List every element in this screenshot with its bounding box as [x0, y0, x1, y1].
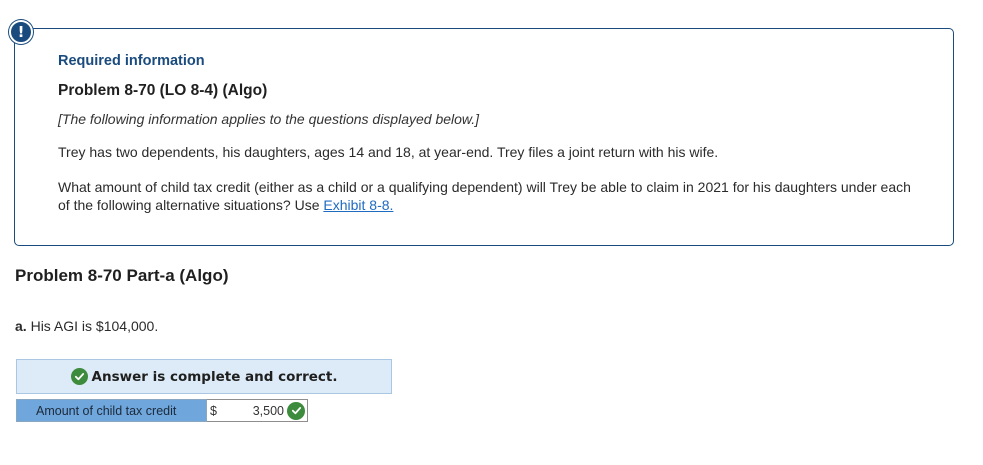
alert-icon: ! [9, 20, 33, 44]
required-information-box: Required information Problem 8-70 (LO 8-… [14, 28, 954, 246]
answer-row-label: Amount of child tax credit [16, 399, 207, 422]
info-note: [The following information applies to th… [58, 111, 480, 127]
child-tax-credit-input[interactable]: $ 3,500 [207, 399, 308, 422]
info-paragraph-2-text: What amount of child tax credit (either … [58, 179, 911, 213]
currency-symbol: $ [210, 403, 217, 418]
question: a. His AGI is $104,000. [15, 318, 158, 334]
exhibit-link[interactable]: Exhibit 8-8. [323, 197, 393, 213]
correct-check-icon [287, 401, 305, 420]
answer-status-text: Answer is complete and correct. [91, 368, 338, 385]
problem-title: Problem 8-70 (LO 8-4) (Algo) [58, 82, 268, 99]
required-information-label: Required information [58, 53, 205, 69]
check-circle-icon [70, 368, 88, 385]
info-paragraph-1: Trey has two dependents, his daughters, … [58, 144, 719, 160]
question-text: His AGI is $104,000. [30, 318, 159, 334]
answer-row: Amount of child tax credit $ 3,500 [16, 399, 308, 422]
info-paragraph-2: What amount of child tax credit (either … [58, 178, 923, 214]
page: ! Required information Problem 8-70 (LO … [0, 0, 983, 465]
part-title: Problem 8-70 Part-a (Algo) [15, 266, 229, 285]
question-letter: a. [15, 318, 27, 334]
child-tax-credit-value: 3,500 [252, 403, 284, 418]
answer-status-banner: Answer is complete and correct. [16, 359, 392, 394]
